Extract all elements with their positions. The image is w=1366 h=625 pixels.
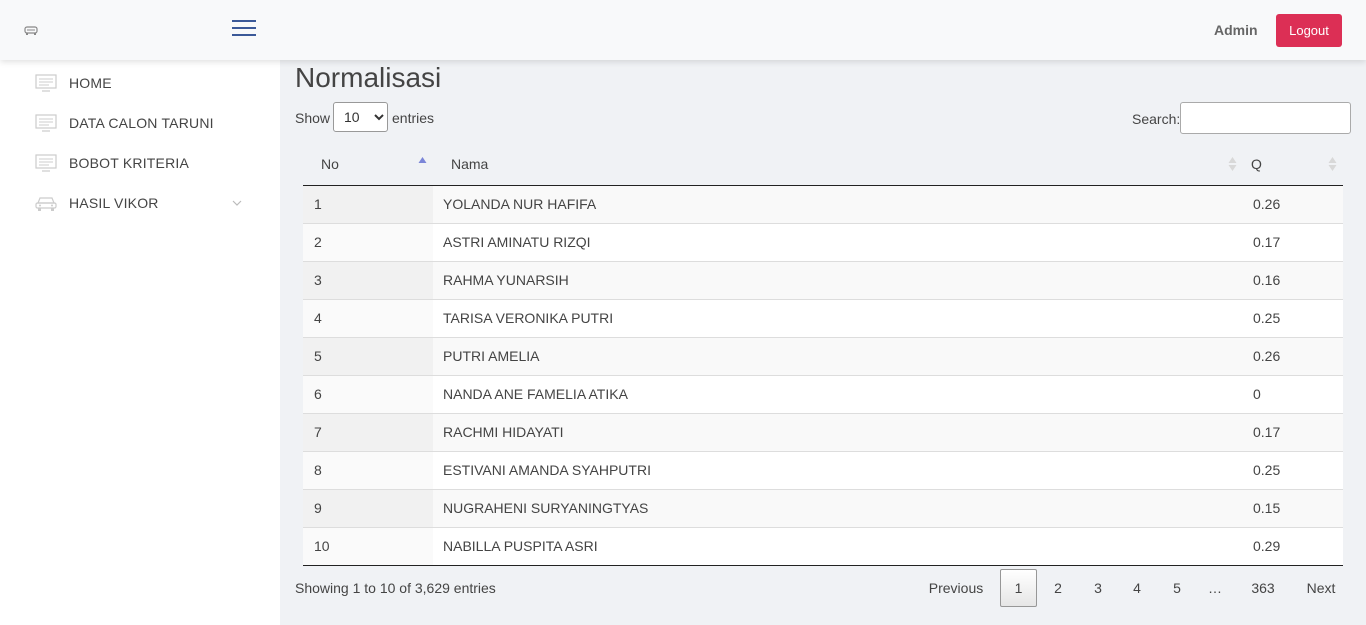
pagination-page-2[interactable]: 2 <box>1038 569 1078 607</box>
cell-no: 3 <box>303 260 433 299</box>
table-row: 2 ASTRI AMINATU RIZQI 0.17 <box>303 222 1343 261</box>
table-row: 10 NABILLA PUSPITA ASRI 0.29 <box>303 526 1343 566</box>
entries-label: entries <box>392 110 435 126</box>
sidebar-item-home[interactable]: HOME <box>0 63 280 103</box>
table-row: 6 NANDA ANE FAMELIA ATIKA 0 <box>303 374 1343 413</box>
top-bar: Admin Logout <box>0 0 1366 60</box>
cell-no: 2 <box>303 222 433 261</box>
column-header-no[interactable]: No <box>303 144 433 186</box>
column-header-label: Nama <box>451 156 489 173</box>
table-row: 3 RAHMA YUNARSIH 0.16 <box>303 260 1343 299</box>
cell-nama: ASTRI AMINATU RIZQI <box>433 222 1243 261</box>
cell-q: 0.16 <box>1243 260 1343 299</box>
cell-nama: TARISA VERONIKA PUTRI <box>433 298 1243 337</box>
entries-per-page-select[interactable]: 10 <box>333 102 388 132</box>
sidebar-item-label: HASIL VIKOR <box>69 195 159 211</box>
cell-no: 1 <box>303 185 433 223</box>
cell-nama: ESTIVANI AMANDA SYAHPUTRI <box>433 450 1243 489</box>
search-label: Search: <box>1132 111 1181 127</box>
sidebar: HOME DATA CALON TARUNI BOBOT KRITERIA HA… <box>0 60 280 625</box>
show-label: Show <box>295 110 331 126</box>
cell-q: 0.15 <box>1243 488 1343 527</box>
sort-both-icon <box>1328 157 1337 171</box>
pagination-next-button[interactable]: Next <box>1298 569 1344 607</box>
sidebar-item-hasil-vikor[interactable]: HASIL VIKOR <box>0 183 280 223</box>
pagination-page-363[interactable]: 363 <box>1242 569 1284 607</box>
cell-no: 6 <box>303 374 433 413</box>
table-row: 1 YOLANDA NUR HAFIFA 0.26 <box>303 185 1343 223</box>
cell-no: 7 <box>303 412 433 451</box>
cell-no: 8 <box>303 450 433 489</box>
cell-no: 10 <box>303 526 433 566</box>
table-row: 9 NUGRAHENI SURYANINGTYAS 0.15 <box>303 488 1343 527</box>
pagination-page-4[interactable]: 4 <box>1117 569 1157 607</box>
cell-q: 0.17 <box>1243 222 1343 261</box>
sidebar-item-data-calon-taruni[interactable]: DATA CALON TARUNI <box>0 103 280 143</box>
pagination-ellipsis: … <box>1208 580 1222 596</box>
pagination-page-1[interactable]: 1 <box>1000 569 1037 607</box>
pagination-page-3[interactable]: 3 <box>1078 569 1118 607</box>
cell-q: 0.25 <box>1243 298 1343 337</box>
column-header-label: No <box>321 156 339 173</box>
cell-nama: NUGRAHENI SURYANINGTYAS <box>433 488 1243 527</box>
sidebar-item-label: DATA CALON TARUNI <box>69 115 214 131</box>
pagination-page-5[interactable]: 5 <box>1157 569 1197 607</box>
hamburger-line <box>232 34 256 36</box>
column-header-q[interactable]: Q <box>1243 144 1343 186</box>
search-input[interactable] <box>1180 102 1351 134</box>
cell-nama: RACHMI HIDAYATI <box>433 412 1243 451</box>
sort-both-icon <box>1228 157 1237 171</box>
column-header-label: Q <box>1251 156 1262 173</box>
monitor-icon <box>35 114 57 132</box>
cell-q: 0.29 <box>1243 526 1343 566</box>
menu-toggle-button[interactable] <box>232 20 256 38</box>
cell-nama: NABILLA PUSPITA ASRI <box>433 526 1243 566</box>
car-icon <box>35 197 57 211</box>
sidebar-item-label: HOME <box>69 75 112 91</box>
pagination-previous-button[interactable]: Previous <box>916 569 996 607</box>
table-row: 8 ESTIVANI AMANDA SYAHPUTRI 0.25 <box>303 450 1343 489</box>
cell-no: 4 <box>303 298 433 337</box>
cell-nama: YOLANDA NUR HAFIFA <box>433 185 1243 223</box>
cell-q: 0.26 <box>1243 336 1343 375</box>
cell-no: 9 <box>303 488 433 527</box>
cell-nama: PUTRI AMELIA <box>433 336 1243 375</box>
admin-label: Admin <box>1214 22 1258 38</box>
cell-q: 0.26 <box>1243 185 1343 223</box>
chevron-down-icon <box>232 200 242 206</box>
car-logo-icon <box>24 26 38 35</box>
normalisasi-table: No Nama Q 1 YOLANDA NUR HAFIFA 0.26 2 AS… <box>303 144 1343 566</box>
cell-nama: NANDA ANE FAMELIA ATIKA <box>433 374 1243 413</box>
cell-q: 0 <box>1243 374 1343 413</box>
cell-no: 5 <box>303 336 433 375</box>
table-row: 4 TARISA VERONIKA PUTRI 0.25 <box>303 298 1343 337</box>
page-title: Normalisasi <box>295 62 442 93</box>
table-header-row: No Nama Q <box>303 144 1343 186</box>
table-row: 7 RACHMI HIDAYATI 0.17 <box>303 412 1343 451</box>
table-row: 5 PUTRI AMELIA 0.26 <box>303 336 1343 375</box>
cell-q: 0.25 <box>1243 450 1343 489</box>
table-info-text: Showing 1 to 10 of 3,629 entries <box>295 580 496 596</box>
cell-q: 0.17 <box>1243 412 1343 451</box>
monitor-icon <box>35 154 57 172</box>
monitor-icon <box>35 74 57 92</box>
sidebar-item-bobot-kriteria[interactable]: BOBOT KRITERIA <box>0 143 280 183</box>
cell-nama: RAHMA YUNARSIH <box>433 260 1243 299</box>
sidebar-item-label: BOBOT KRITERIA <box>69 155 190 171</box>
column-header-nama[interactable]: Nama <box>433 144 1243 186</box>
logout-button[interactable]: Logout <box>1276 14 1342 47</box>
hamburger-line <box>232 20 256 22</box>
hamburger-line <box>232 27 256 29</box>
sort-ascending-icon <box>418 157 427 163</box>
